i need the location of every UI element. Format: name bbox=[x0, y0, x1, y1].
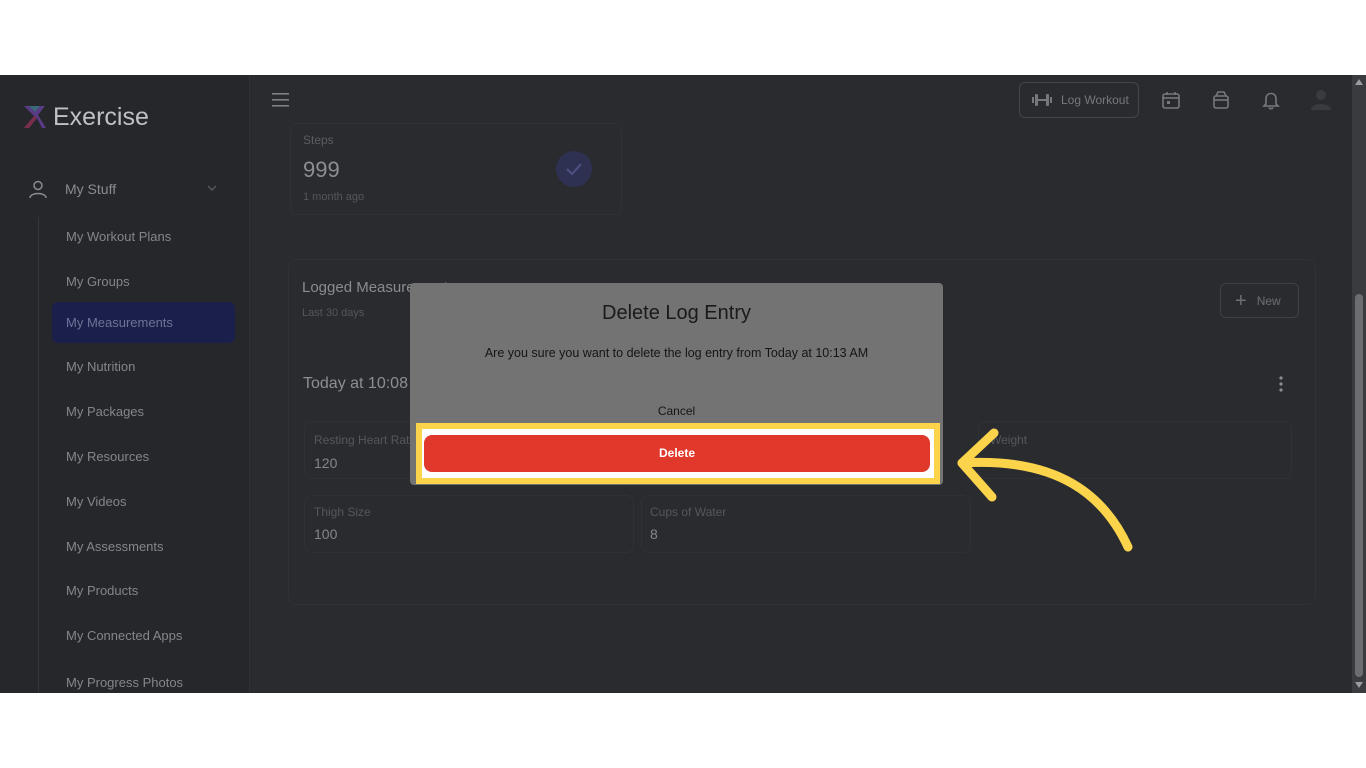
plus-icon: + bbox=[1235, 289, 1247, 312]
sidebar: Exercise My Stuff My Workout Plans My Gr… bbox=[0, 75, 250, 693]
dialog-message: Are you sure you want to delete the log … bbox=[484, 346, 869, 360]
bag-icon[interactable] bbox=[1211, 90, 1231, 110]
avatar-icon[interactable] bbox=[1310, 88, 1332, 110]
nav-my-stuff-label: My Stuff bbox=[65, 181, 117, 197]
sidebar-item-progress-photos[interactable]: My Progress Photos bbox=[52, 663, 235, 693]
steps-value: 999 bbox=[303, 157, 340, 182]
metric-card bbox=[641, 495, 971, 553]
log-workout-label: Log Workout bbox=[1061, 93, 1129, 107]
scroll-down-icon[interactable] bbox=[1355, 682, 1363, 688]
nav-my-stuff[interactable]: My Stuff bbox=[28, 177, 228, 201]
dumbbell-icon bbox=[1032, 94, 1052, 106]
sidebar-item-packages[interactable]: My Packages bbox=[52, 392, 235, 432]
steps-label: Steps bbox=[303, 133, 334, 147]
sidebar-item-videos[interactable]: My Videos bbox=[52, 482, 235, 522]
cancel-button[interactable]: Cancel bbox=[410, 404, 943, 418]
chevron-down-icon bbox=[207, 185, 217, 192]
sidebar-item-assessments[interactable]: My Assessments bbox=[52, 527, 235, 567]
metric-card bbox=[304, 495, 634, 553]
bell-icon[interactable] bbox=[1261, 90, 1281, 110]
scroll-up-icon[interactable] bbox=[1355, 79, 1363, 85]
sidebar-item-products[interactable]: My Products bbox=[52, 571, 235, 611]
new-measurement-button[interactable]: + New bbox=[1220, 283, 1299, 318]
nav-list: My Workout Plans My Groups My Measuremen… bbox=[38, 217, 236, 693]
scroll-thumb[interactable] bbox=[1355, 294, 1363, 677]
metric-label: Resting Heart Rate bbox=[314, 433, 417, 447]
steps-time: 1 month ago bbox=[303, 191, 365, 203]
check-icon bbox=[566, 163, 582, 176]
metric-value: 120 bbox=[314, 455, 338, 471]
sidebar-item-connected-apps[interactable]: My Connected Apps bbox=[52, 616, 235, 656]
brand-name: Exercise bbox=[53, 103, 149, 131]
new-label: New bbox=[1256, 293, 1281, 308]
app-window: Exercise My Stuff My Workout Plans My Gr… bbox=[0, 75, 1366, 693]
sidebar-item-groups[interactable]: My Groups bbox=[52, 262, 235, 302]
calendar-icon[interactable] bbox=[1161, 90, 1181, 110]
sidebar-item-resources[interactable]: My Resources bbox=[52, 437, 235, 477]
user-icon bbox=[29, 180, 47, 199]
dialog-title: Delete Log Entry bbox=[602, 302, 751, 324]
more-options-icon[interactable] bbox=[1276, 375, 1286, 393]
metric-label: Thigh Size bbox=[314, 505, 371, 519]
sidebar-item-measurements[interactable]: My Measurements bbox=[52, 302, 235, 343]
menu-icon[interactable] bbox=[272, 92, 290, 108]
metric-value: 8 bbox=[650, 526, 658, 542]
pointer-arrow-icon bbox=[957, 428, 1133, 552]
delete-button[interactable]: Delete bbox=[424, 435, 930, 472]
metric-value: 100 bbox=[314, 526, 338, 542]
metric-label: Cups of Water bbox=[650, 505, 727, 519]
check-badge bbox=[556, 151, 592, 187]
section-subtitle: Last 30 days bbox=[302, 307, 365, 319]
sidebar-item-workout-plans[interactable]: My Workout Plans bbox=[52, 217, 235, 257]
logo-icon bbox=[24, 106, 46, 128]
log-workout-button[interactable]: Log Workout bbox=[1019, 82, 1139, 118]
sidebar-item-nutrition[interactable]: My Nutrition bbox=[52, 347, 235, 387]
scrollbar[interactable] bbox=[1352, 75, 1366, 693]
